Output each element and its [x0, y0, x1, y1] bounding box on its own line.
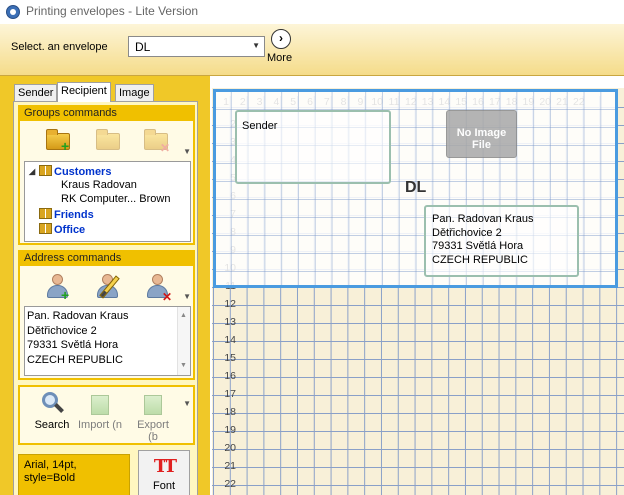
address-line: Dětřichovice 2: [27, 324, 97, 337]
y-tick-label: 15: [224, 352, 236, 364]
tree-label: Friends: [54, 209, 94, 221]
folder-add-icon: +: [46, 129, 70, 153]
add-group-button[interactable]: +: [46, 127, 72, 153]
recipient-field[interactable]: Pan. Radovan Kraus Dětřichovice 2 79331 …: [424, 205, 579, 277]
folder-delete-icon: ✕: [144, 129, 170, 154]
toolbar-overflow-icon[interactable]: ▼: [183, 399, 191, 408]
tree-item-office[interactable]: Office: [39, 223, 85, 237]
envelope-toolbar: Select. an envelope DL ▼ › More: [0, 24, 624, 76]
scroll-down-icon[interactable]: ▼: [180, 359, 187, 374]
title-bar: Printing envelopes - Lite Version: [0, 0, 624, 24]
y-tick-label: 18: [224, 406, 236, 418]
folder-edit-icon: [96, 129, 120, 150]
tab-sender[interactable]: Sender: [14, 84, 58, 101]
recipient-line: CZECH REPUBLIC: [432, 253, 528, 266]
tree-item-customers[interactable]: ◢ Customers: [29, 165, 111, 179]
delete-group-button[interactable]: ✕: [144, 127, 170, 154]
search-label: Search: [34, 419, 70, 431]
tree-item-rk-computer[interactable]: RK Computer... Brown: [61, 193, 170, 207]
search-icon: [40, 391, 64, 417]
groups-toolbar: + ✕ ▼: [20, 121, 193, 159]
tree-item-friends[interactable]: Friends: [39, 208, 94, 222]
person-delete-icon: ✕: [145, 274, 172, 303]
envelope-select[interactable]: DL ▼: [128, 36, 265, 57]
groups-commands-header: Groups commands: [20, 107, 193, 121]
import-label: Import (n: [78, 419, 123, 431]
image-placeholder[interactable]: No Image File: [446, 110, 517, 158]
edit-group-button[interactable]: [96, 127, 122, 153]
envelope-select-label: Select. an envelope: [11, 41, 108, 53]
recipient-line: 79331 Světlá Hora: [432, 240, 524, 252]
book-icon: [39, 223, 52, 234]
address-scrollbar[interactable]: ▲ ▼: [177, 307, 190, 375]
more-label[interactable]: More: [267, 52, 292, 64]
window-title: Printing envelopes - Lite Version: [26, 4, 199, 18]
left-panel: Sender Recipient Image Groups commands +…: [0, 76, 210, 495]
import-button[interactable]: Import (n: [78, 391, 122, 431]
tree-label: Customers: [54, 166, 112, 178]
edit-address-button[interactable]: [94, 272, 120, 299]
app-icon: [6, 5, 20, 19]
person-edit-icon: [95, 274, 120, 299]
import-icon: [88, 391, 112, 417]
more-button[interactable]: ›: [271, 29, 291, 49]
tab-image[interactable]: Image: [115, 84, 154, 101]
y-tick-label: 13: [224, 316, 236, 328]
y-tick-label: 16: [224, 370, 236, 382]
address-commands-header: Address commands: [20, 252, 193, 266]
search-toolbar: Search Import (n Export (b ▼: [20, 387, 193, 443]
y-tick-label: 12: [224, 298, 236, 310]
recipient-tab-panel: Groups commands + ✕ ▼ ◢ Customers Kraus: [13, 101, 198, 495]
font-button-label: Font: [152, 480, 175, 492]
tab-recipient[interactable]: Recipient: [57, 82, 111, 102]
search-section: Search Import (n Export (b ▼: [18, 385, 195, 445]
font-icon: TT: [153, 456, 177, 477]
address-line: 79331 Světlá Hora: [27, 339, 119, 351]
envelope-select-value: DL: [135, 40, 151, 54]
envelope-name: DL: [405, 179, 427, 196]
groups-commands-section: Groups commands + ✕ ▼ ◢ Customers Kraus: [18, 105, 195, 245]
recipient-line: Dětřichovice 2: [432, 226, 502, 239]
book-icon: [39, 165, 52, 176]
delete-address-button[interactable]: ✕: [144, 272, 172, 303]
book-icon: [39, 208, 52, 219]
font-button[interactable]: TT Font: [138, 450, 190, 495]
chevron-right-icon: ›: [279, 31, 283, 45]
address-line: Pan. Radovan Kraus: [27, 310, 129, 322]
add-address-button[interactable]: +: [44, 272, 70, 302]
font-info: Arial, 14pt, style=Bold: [18, 454, 130, 495]
person-add-icon: +: [45, 274, 69, 302]
y-tick-label: 14: [224, 334, 236, 346]
sender-field[interactable]: Sender: [235, 110, 391, 184]
export-button[interactable]: Export (b: [131, 391, 175, 443]
tree-item-kraus-radovan[interactable]: Kraus Radovan: [61, 179, 137, 193]
toolbar-overflow-icon[interactable]: ▼: [183, 292, 191, 301]
address-preview[interactable]: Pan. Radovan Kraus Dětřichovice 2 79331 …: [24, 306, 191, 376]
y-tick-label: 21: [224, 460, 236, 472]
recipient-line: Pan. Radovan Kraus: [432, 213, 534, 225]
address-line: CZECH REPUBLIC: [27, 353, 123, 366]
y-tick-label: 17: [224, 388, 236, 400]
address-commands-section: Address commands + ✕ ▼ Pan. Radovan Krau…: [18, 250, 195, 380]
toolbar-overflow-icon[interactable]: ▼: [183, 147, 191, 156]
export-label: Export (b: [137, 419, 169, 443]
scroll-up-icon[interactable]: ▲: [180, 309, 187, 324]
y-tick-label: 19: [224, 424, 236, 436]
search-button[interactable]: Search: [30, 391, 74, 431]
y-tick-label: 20: [224, 442, 236, 454]
groups-tree[interactable]: ◢ Customers Kraus Radovan RK Computer...…: [24, 161, 191, 242]
y-tick-label: 22: [224, 478, 236, 490]
export-icon: [141, 391, 165, 417]
address-toolbar: + ✕ ▼: [20, 266, 193, 304]
chevron-down-icon: ▼: [252, 41, 260, 50]
expand-triangle-icon[interactable]: ◢: [29, 167, 35, 176]
tree-label: Office: [54, 224, 86, 236]
